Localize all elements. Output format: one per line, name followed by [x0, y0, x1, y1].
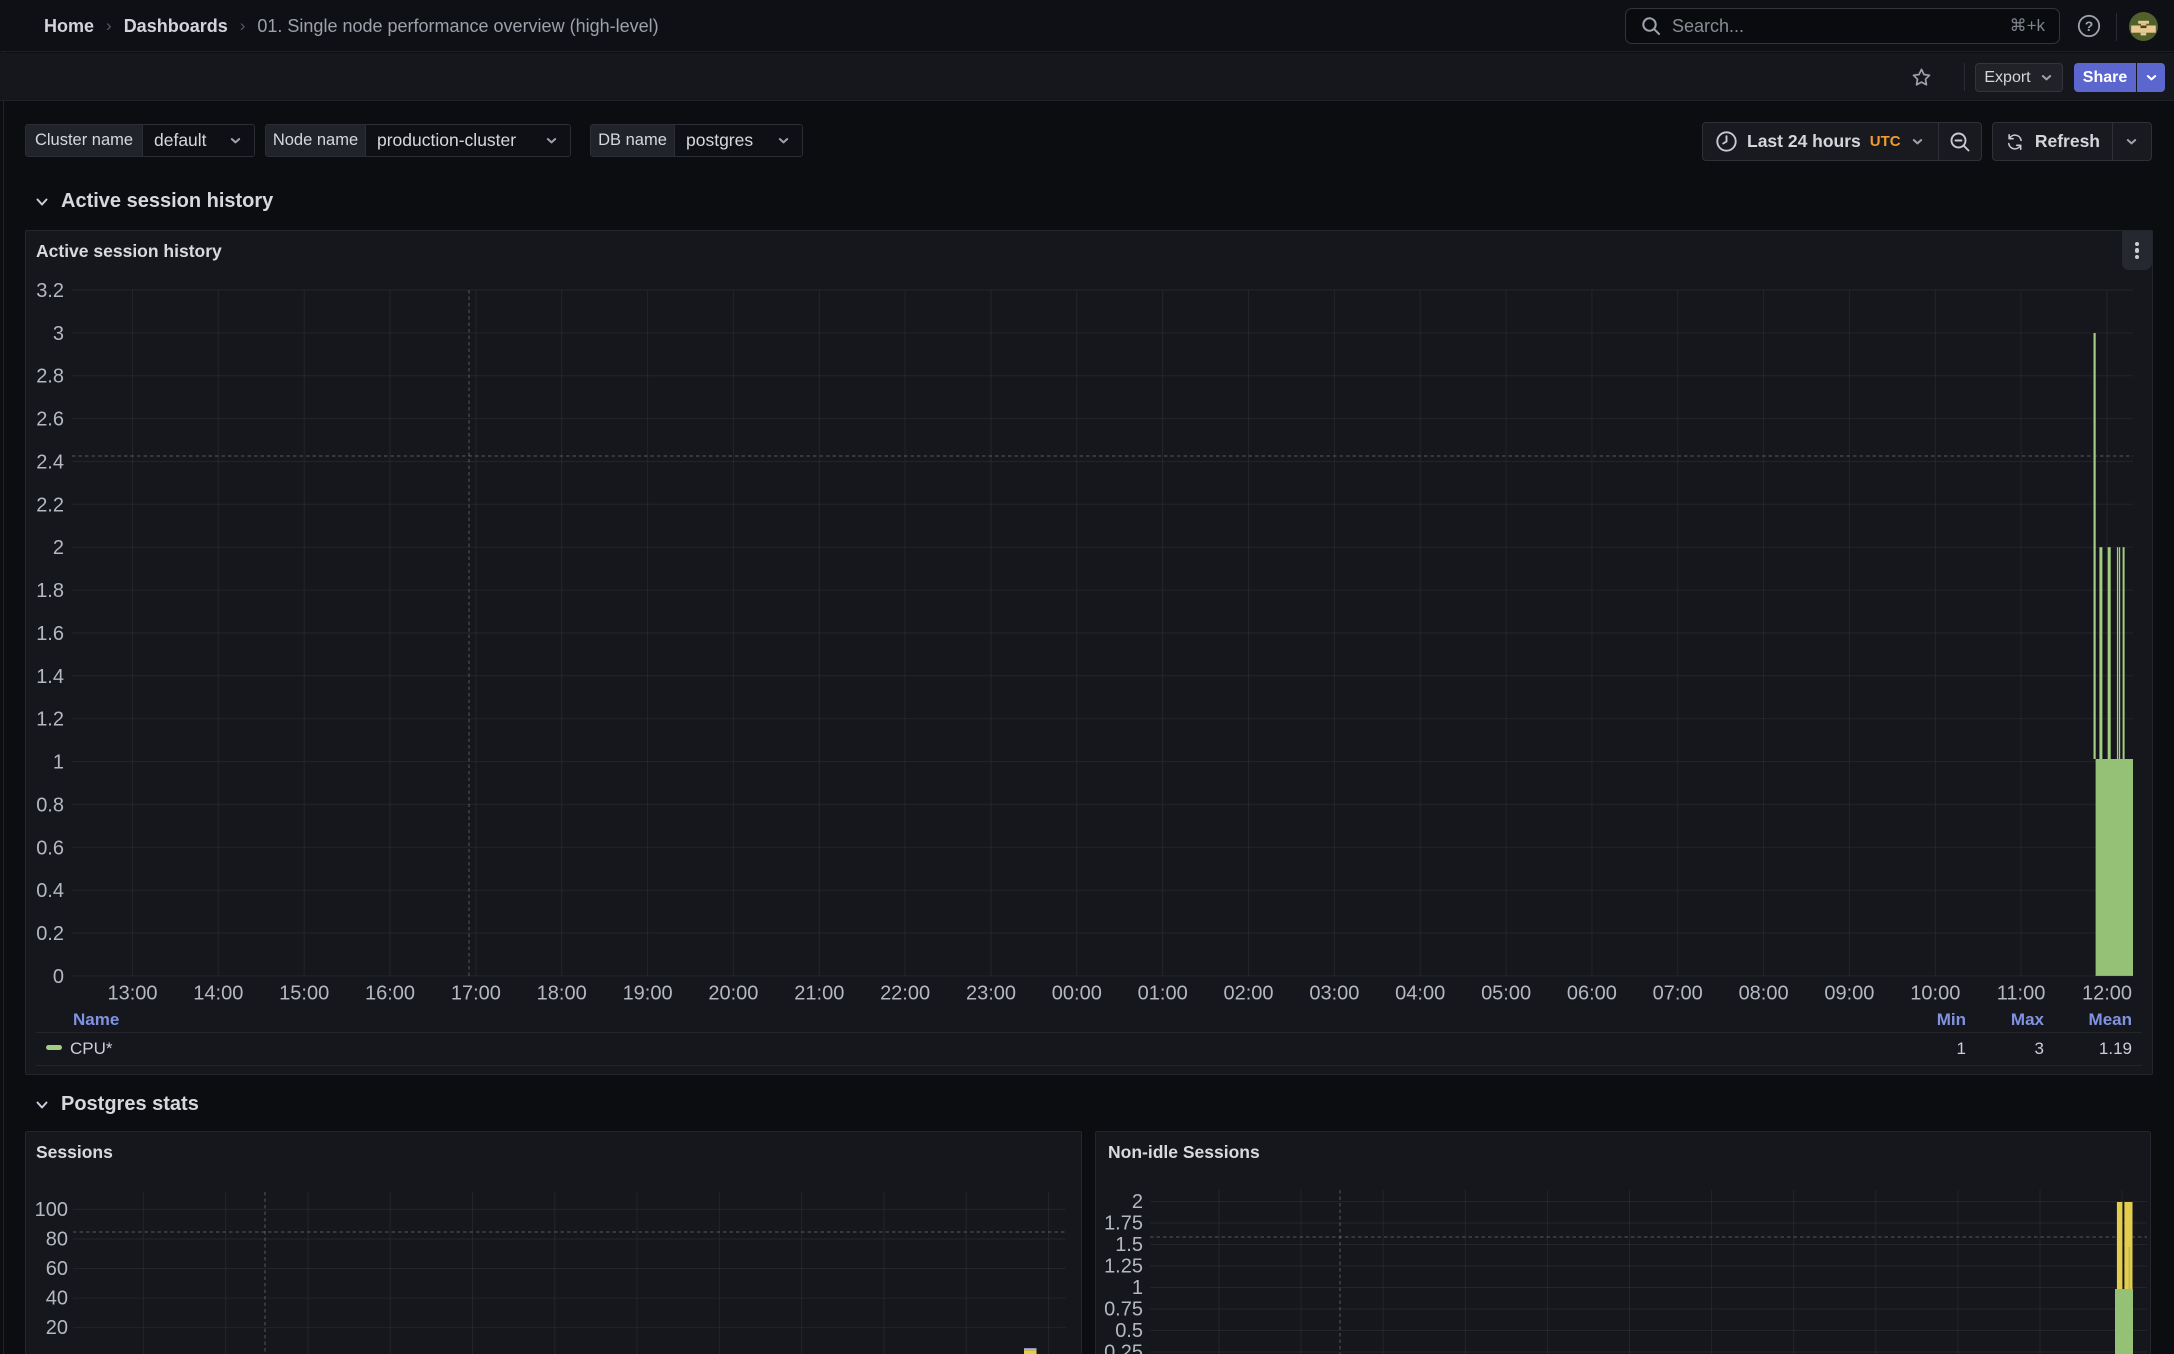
svg-text:1.4: 1.4 [36, 666, 64, 688]
svg-text:0.2: 0.2 [36, 923, 64, 945]
svg-text:2.2: 2.2 [36, 494, 64, 516]
svg-text:09:00: 09:00 [1824, 983, 1874, 1005]
svg-text:1.25: 1.25 [1104, 1256, 1143, 1278]
svg-text:19:00: 19:00 [623, 983, 673, 1005]
svg-text:0.6: 0.6 [36, 837, 64, 859]
svg-text:20: 20 [46, 1317, 68, 1339]
svg-text:20:00: 20:00 [708, 983, 758, 1005]
svg-text:1.5: 1.5 [1115, 1234, 1143, 1256]
svg-text:03:00: 03:00 [1309, 983, 1359, 1005]
svg-text:40: 40 [46, 1288, 68, 1310]
svg-text:1: 1 [1132, 1277, 1143, 1299]
svg-text:13:00: 13:00 [107, 983, 157, 1005]
svg-text:3: 3 [53, 323, 64, 345]
svg-text:22:00: 22:00 [880, 983, 930, 1005]
svg-text:21:00: 21:00 [794, 983, 844, 1005]
svg-text:10:00: 10:00 [1910, 983, 1960, 1005]
svg-text:3.2: 3.2 [36, 280, 64, 302]
svg-text:2.4: 2.4 [36, 452, 64, 474]
svg-text:1: 1 [53, 752, 64, 774]
svg-text:1.75: 1.75 [1104, 1213, 1143, 1235]
svg-text:17:00: 17:00 [451, 983, 501, 1005]
svg-text:60: 60 [46, 1258, 68, 1280]
svg-text:11:00: 11:00 [1997, 983, 2046, 1005]
svg-text:08:00: 08:00 [1739, 983, 1789, 1005]
svg-text:1.8: 1.8 [36, 580, 64, 602]
svg-text:0.4: 0.4 [36, 880, 64, 902]
svg-text:14:00: 14:00 [193, 983, 243, 1005]
svg-text:0.5: 0.5 [1115, 1320, 1143, 1342]
svg-text:05:00: 05:00 [1481, 983, 1531, 1005]
svg-text:12:00: 12:00 [2082, 983, 2132, 1005]
svg-text:2.8: 2.8 [36, 366, 64, 388]
svg-text:07:00: 07:00 [1653, 983, 1703, 1005]
svg-text:100: 100 [35, 1199, 68, 1221]
svg-text:2: 2 [53, 537, 64, 559]
svg-text:2: 2 [1132, 1191, 1143, 1213]
svg-text:0.25: 0.25 [1104, 1342, 1143, 1354]
svg-text:15:00: 15:00 [279, 983, 329, 1005]
svg-text:1.2: 1.2 [36, 709, 64, 731]
svg-text:80: 80 [46, 1229, 68, 1251]
svg-text:0.8: 0.8 [36, 794, 64, 816]
svg-text:01:00: 01:00 [1138, 983, 1188, 1005]
svg-text:2.6: 2.6 [36, 409, 64, 431]
svg-text:0.75: 0.75 [1104, 1299, 1143, 1321]
svg-text:04:00: 04:00 [1395, 983, 1445, 1005]
svg-text:1.6: 1.6 [36, 623, 64, 645]
svg-text:06:00: 06:00 [1567, 983, 1617, 1005]
svg-text:18:00: 18:00 [537, 983, 587, 1005]
svg-text:16:00: 16:00 [365, 983, 415, 1005]
svg-text:00:00: 00:00 [1052, 983, 1102, 1005]
svg-text:0: 0 [53, 966, 64, 988]
svg-text:02:00: 02:00 [1223, 983, 1273, 1005]
svg-text:23:00: 23:00 [966, 983, 1016, 1005]
